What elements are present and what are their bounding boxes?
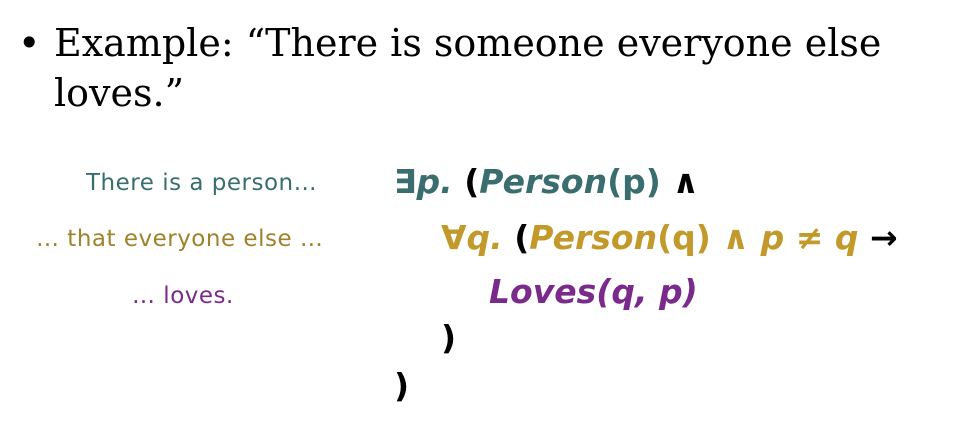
- p-not-equal-q: p ≠ q: [760, 218, 859, 257]
- exists-quantifier: ∃p.: [394, 162, 453, 201]
- annotation-loves: … loves.: [132, 283, 234, 309]
- forall-quantifier: ∀q.: [441, 218, 503, 257]
- bullet-dot: •: [18, 21, 41, 65]
- formula-line-3: Loves(q, p): [489, 272, 698, 311]
- person-predicate-q: Person: [529, 218, 658, 257]
- open-paren-outer: (: [464, 162, 480, 201]
- implies-arrow: →: [870, 218, 898, 257]
- formula-line-1: ∃p. (Person(p) ∧: [394, 162, 699, 201]
- person-args-p: (p): [607, 162, 661, 201]
- open-paren-inner: (: [514, 218, 530, 257]
- bullet-text: Example: “There is someone everyone else…: [54, 21, 882, 115]
- formula-line-2: ∀q. (Person(q) ∧ p ≠ q →: [441, 218, 898, 257]
- and-connective-1: ∧: [672, 162, 700, 201]
- annotation-person: There is a person…: [86, 170, 318, 196]
- bullet-point: • Example: “There is someone everyone el…: [18, 18, 938, 118]
- person-predicate-p: Person: [479, 162, 608, 201]
- formula-line-5: ): [394, 366, 409, 405]
- annotation-everyone-else: … that everyone else …: [36, 226, 324, 252]
- and-connective-2: ∧: [722, 218, 750, 257]
- loves-predicate: Loves: [489, 272, 597, 311]
- loves-args: (q, p): [596, 272, 698, 311]
- close-paren-inner: ): [441, 318, 457, 357]
- close-paren-outer: ): [394, 366, 410, 405]
- person-args-q: (q): [657, 218, 711, 257]
- formula-line-4: ): [441, 318, 456, 357]
